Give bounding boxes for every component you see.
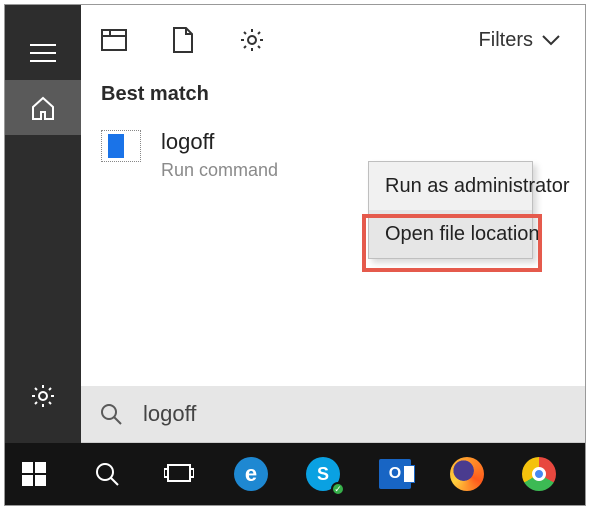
start-sidebar [5,5,81,443]
result-title: logoff [161,130,278,154]
windows-start-icon [22,461,48,487]
firefox-icon [450,457,484,491]
task-view-button[interactable] [159,454,199,494]
context-menu: Run as administrator Open file location [368,161,533,259]
run-command-icon [101,130,141,162]
context-menu-run-as-admin[interactable]: Run as administrator [369,162,532,210]
sidebar-home-button[interactable] [5,80,81,135]
taskbar: e S ✓ O [5,443,585,505]
menu-icon [30,44,56,62]
context-menu-open-file-location[interactable]: Open file location [369,210,532,258]
task-view-icon [164,463,194,485]
chevron-down-icon [541,34,561,46]
result-subtitle: Run command [161,160,278,181]
search-query-text: logoff [143,401,196,427]
section-title-best-match: Best match [81,75,585,120]
toolbar-settings-button[interactable] [239,27,265,53]
document-icon[interactable] [173,27,193,53]
hamburger-menu-button[interactable] [5,25,81,80]
taskbar-app-edge[interactable]: e [231,454,271,494]
taskbar-app-skype[interactable]: S ✓ [303,454,343,494]
search-icon [99,402,123,426]
results-toolbar: Filters [81,5,585,75]
taskbar-app-chrome[interactable] [519,454,559,494]
outlook-icon: O [379,459,411,489]
taskbar-app-firefox[interactable] [447,454,487,494]
sidebar-settings-button[interactable] [5,368,81,423]
filters-button[interactable]: Filters [479,29,561,52]
filters-label: Filters [479,29,533,52]
taskbar-app-outlook[interactable]: O [375,454,415,494]
start-button[interactable] [15,454,55,494]
search-icon [94,461,120,487]
edge-icon: e [234,457,268,491]
chrome-icon [522,457,556,491]
search-input-bar[interactable]: logoff [81,386,585,442]
taskbar-search-button[interactable] [87,454,127,494]
gear-icon [30,383,56,409]
recent-icon[interactable] [101,29,127,51]
home-icon [30,96,56,120]
